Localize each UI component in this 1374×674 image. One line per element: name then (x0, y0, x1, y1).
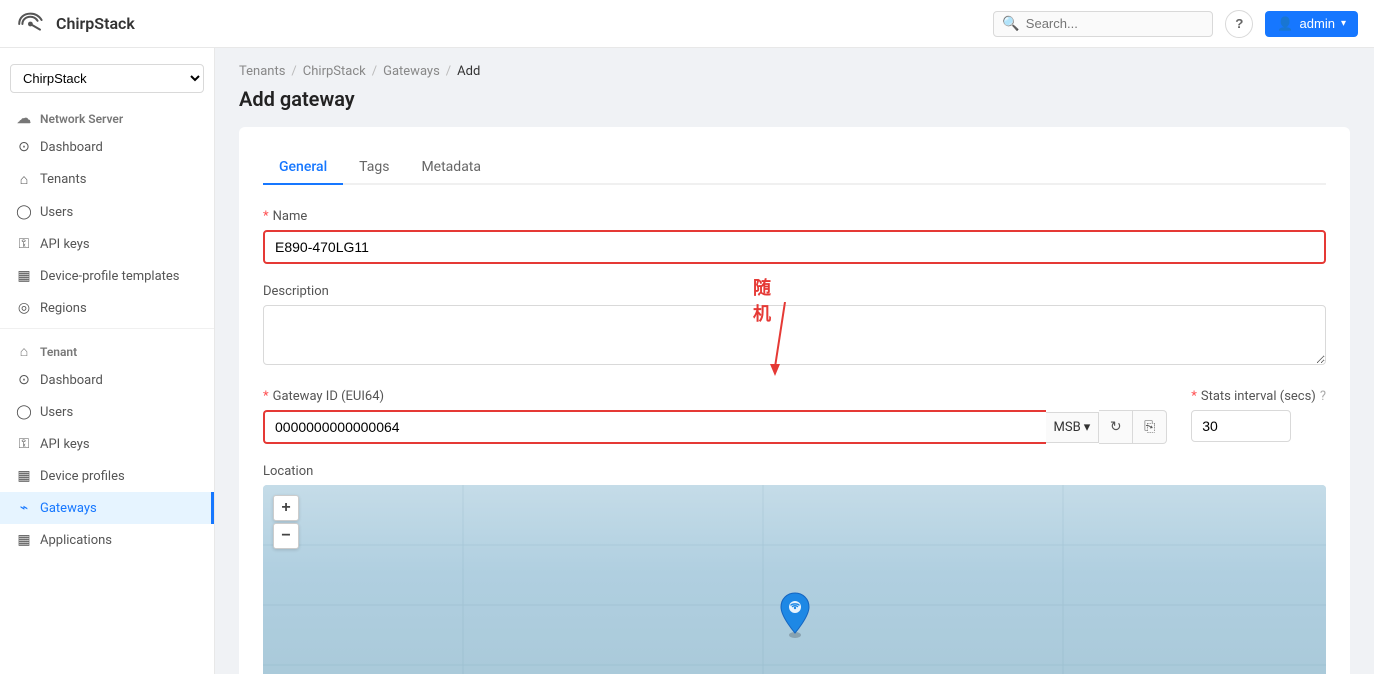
gateway-stats-row: * Gateway ID (EUI64) MSB ▾ ↻ (263, 389, 1326, 444)
device-profile-icon: ▦ (16, 268, 32, 284)
gateway-id-label: * Gateway ID (EUI64) (263, 389, 1167, 404)
sidebar-item-applications[interactable]: ▦ Applications (0, 524, 214, 556)
map-zoom-controls: + − (273, 495, 299, 549)
zoom-in-button[interactable]: + (273, 495, 299, 521)
server-icon: ☁ (16, 111, 32, 127)
help-button[interactable]: ? (1225, 10, 1253, 38)
search-box[interactable]: 🔍 (993, 11, 1213, 37)
zoom-out-button[interactable]: − (273, 523, 299, 549)
api-keys-icon: ⚿ (16, 236, 32, 252)
chevron-down-icon: ▾ (1341, 18, 1346, 29)
breadcrumb-sep-3: / (446, 64, 451, 79)
msb-select[interactable]: MSB ▾ (1046, 412, 1100, 443)
stats-label: * Stats interval (secs) ? (1191, 389, 1326, 404)
breadcrumb-current: Add (457, 64, 480, 79)
sidebar-item-dashboard[interactable]: ⊙ Dashboard (0, 131, 214, 163)
form-card: General Tags Metadata * Name Description (239, 127, 1350, 674)
tenants-icon: ⌂ (16, 171, 32, 188)
description-input[interactable] (263, 305, 1326, 365)
gateway-id-input[interactable] (263, 410, 1046, 444)
location-row: Location (263, 464, 1326, 674)
breadcrumb-tenants[interactable]: Tenants (239, 64, 285, 79)
applications-icon: ▦ (16, 532, 32, 548)
sidebar-item-users[interactable]: ◯ Users (0, 196, 214, 228)
sidebar-item-api-keys[interactable]: ⚿ API keys (0, 228, 214, 260)
sidebar: ChirpStack ☁ Network Server ⊙ Dashboard … (0, 48, 215, 674)
page-title: Add gateway (239, 87, 1350, 111)
breadcrumb-sep-2: / (372, 64, 377, 79)
stats-input[interactable] (1191, 410, 1291, 442)
sidebar-item-tenants[interactable]: ⌂ Tenants (0, 163, 214, 196)
search-input[interactable] (1026, 16, 1205, 31)
breadcrumb-gateways[interactable]: Gateways (383, 64, 440, 79)
tenant-selector[interactable]: ChirpStack (10, 64, 204, 93)
sidebar-item-device-profiles[interactable]: ▦ Device profiles (0, 460, 214, 492)
breadcrumb-sep-1: / (291, 64, 296, 79)
sidebar-item-device-profile-templates[interactable]: ▦ Device-profile templates (0, 260, 214, 292)
admin-label: admin (1300, 16, 1335, 31)
users-icon: ◯ (16, 204, 32, 220)
location-label: Location (263, 464, 1326, 479)
topbar: ChirpStack 🔍 ? 👤 admin ▾ (0, 0, 1374, 48)
description-label: Description (263, 284, 1326, 299)
logo-icon (16, 12, 48, 36)
sidebar-section-tenant: ⌂ Tenant (0, 333, 214, 364)
gateway-id-col: * Gateway ID (EUI64) MSB ▾ ↻ (263, 389, 1167, 444)
map-container[interactable]: + − (263, 485, 1326, 674)
tab-general[interactable]: General (263, 151, 343, 185)
device-profiles-icon: ▦ (16, 468, 32, 484)
tenant-icon: ⌂ (16, 343, 32, 360)
logo-text: ChirpStack (56, 14, 135, 33)
name-required: * (263, 209, 269, 224)
copy-icon: ⎘ (1144, 419, 1155, 435)
sidebar-section-network-server: ☁ Network Server (0, 101, 214, 131)
gateway-id-input-row: MSB ▾ ↻ ⎘ (263, 410, 1167, 444)
tab-tags[interactable]: Tags (343, 151, 405, 185)
tab-metadata[interactable]: Metadata (405, 151, 497, 185)
tenant-select[interactable]: ChirpStack (10, 64, 204, 93)
admin-menu-button[interactable]: 👤 admin ▾ (1265, 11, 1358, 37)
breadcrumb-chirpstack[interactable]: ChirpStack (303, 64, 366, 79)
map-grid (263, 485, 1326, 674)
refresh-button[interactable]: ↻ (1099, 410, 1133, 444)
logo: ChirpStack (16, 12, 135, 36)
dashboard-icon: ⊙ (16, 139, 32, 155)
sidebar-item-t-dashboard[interactable]: ⊙ Dashboard (0, 364, 214, 396)
copy-button[interactable]: ⎘ (1133, 410, 1167, 444)
refresh-icon: ↻ (1110, 419, 1122, 435)
sidebar-item-t-users[interactable]: ◯ Users (0, 396, 214, 428)
name-field-row: * Name (263, 209, 1326, 264)
gateway-id-required: * (263, 389, 269, 404)
stats-interval-col: * Stats interval (secs) ? (1191, 389, 1326, 442)
sidebar-item-gateways[interactable]: ⌁ Gateways (0, 492, 214, 524)
map-pin-svg (777, 591, 813, 639)
name-input[interactable] (263, 230, 1326, 264)
map-background (263, 485, 1326, 674)
regions-icon: ◎ (16, 300, 32, 316)
question-icon[interactable]: ? (1320, 389, 1326, 404)
name-label: * Name (263, 209, 1326, 224)
search-icon: 🔍 (1002, 16, 1019, 32)
tabs: General Tags Metadata (263, 151, 1326, 185)
t-dashboard-icon: ⊙ (16, 372, 32, 388)
gateways-icon: ⌁ (16, 500, 32, 516)
sidebar-item-regions[interactable]: ◎ Regions (0, 292, 214, 324)
breadcrumb: Tenants / ChirpStack / Gateways / Add (239, 64, 1350, 79)
stats-required: * (1191, 389, 1197, 404)
main-content: Tenants / ChirpStack / Gateways / Add Ad… (215, 48, 1374, 674)
map-marker (777, 591, 813, 643)
description-field-row: Description 随机 (263, 284, 1326, 369)
t-users-icon: ◯ (16, 404, 32, 420)
sidebar-item-t-api-keys[interactable]: ⚿ API keys (0, 428, 214, 460)
layout: ChirpStack ☁ Network Server ⊙ Dashboard … (0, 48, 1374, 674)
admin-icon: 👤 (1277, 16, 1293, 32)
t-api-keys-icon: ⚿ (16, 436, 32, 452)
